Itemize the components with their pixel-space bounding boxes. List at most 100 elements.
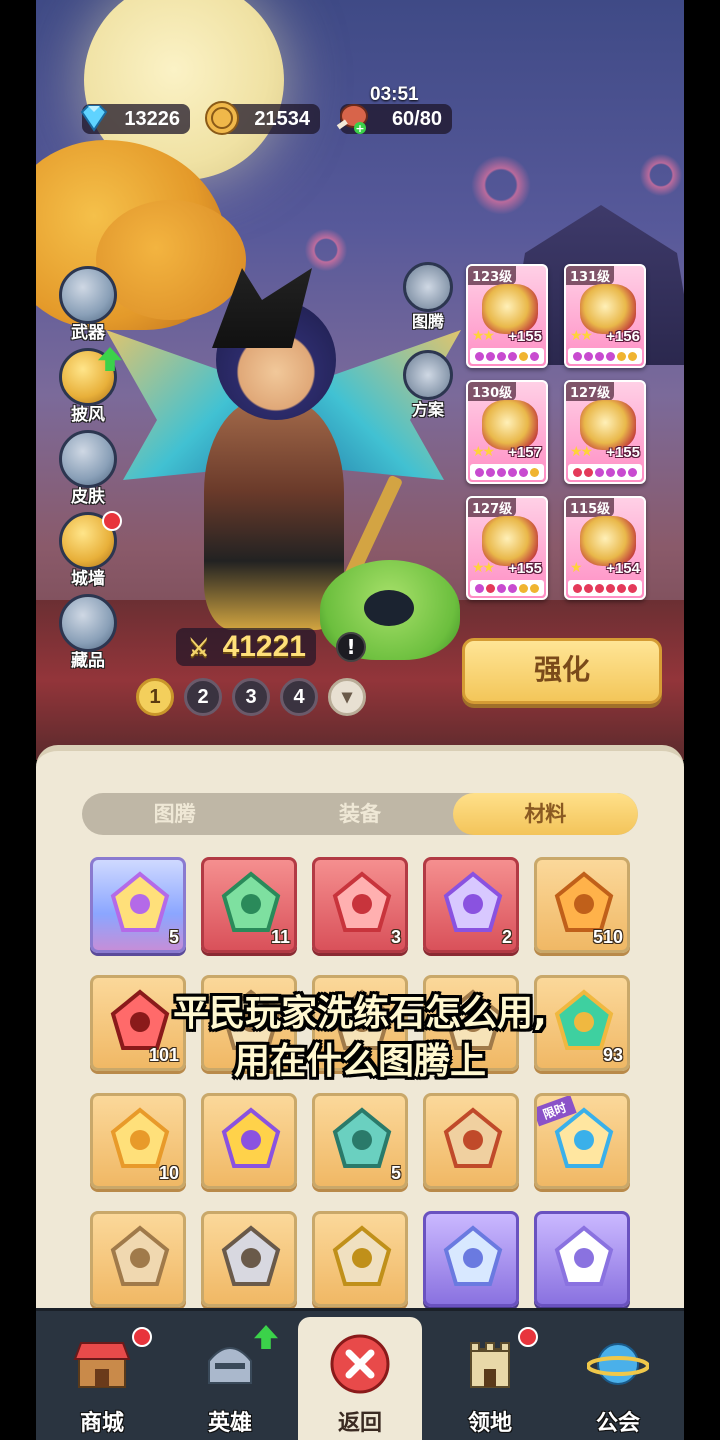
tab-materials[interactable]: 材料 xyxy=(452,793,638,835)
equipment-bonus: +156 xyxy=(606,328,640,345)
nav-guild[interactable]: 公会 xyxy=(556,1317,680,1440)
video-caption: 平民玩家洗练石怎么用, 用在什么图腾上 xyxy=(36,990,684,1086)
material-item[interactable]: 3 xyxy=(312,857,408,953)
golden-key-icon xyxy=(221,1107,281,1168)
jar-icon xyxy=(110,1225,170,1286)
equipment-art-icon xyxy=(482,284,538,334)
plan-icon xyxy=(403,350,453,400)
nav-hero[interactable]: 英雄 xyxy=(168,1317,292,1440)
totem-icon xyxy=(403,262,453,312)
equipment-slot[interactable]: 115级 ★ +154 xyxy=(564,496,646,600)
skin-icon xyxy=(59,430,117,488)
cape-button[interactable]: 披风 xyxy=(56,347,122,425)
material-item[interactable] xyxy=(90,1211,186,1307)
tab-equipment[interactable]: 装备 xyxy=(267,793,452,835)
material-item[interactable]: 5 xyxy=(90,857,186,953)
loadout-page-3[interactable]: 3 xyxy=(232,678,270,716)
meat-icon: + xyxy=(336,104,368,135)
nav-guild-label: 公会 xyxy=(595,1411,640,1436)
document-icon xyxy=(554,1225,614,1286)
caption-line: 用在什么图腾上 xyxy=(233,1041,486,1082)
equipment-slot[interactable]: 130级 ★★ +157 xyxy=(466,380,548,484)
material-count: 2 xyxy=(501,927,512,947)
axe-icon xyxy=(221,1225,281,1286)
equipment-bonus: +155 xyxy=(508,328,542,345)
equipment-art-icon xyxy=(482,516,538,566)
material-item[interactable]: 10 xyxy=(90,1093,186,1189)
pet-face xyxy=(364,590,414,626)
wall-button[interactable]: 城墙 xyxy=(56,511,122,589)
firework xyxy=(466,150,536,220)
gem-sockets xyxy=(470,580,544,596)
material-item[interactable] xyxy=(312,1211,408,1307)
gem-sockets xyxy=(470,464,544,480)
upgrade-arrow-icon xyxy=(98,347,122,371)
material-item[interactable]: 2 xyxy=(423,857,519,953)
material-item[interactable] xyxy=(534,1211,630,1307)
nav-shop[interactable]: 商城 xyxy=(40,1317,164,1440)
nav-territory-label: 领地 xyxy=(467,1411,512,1436)
plan-button[interactable]: 方案 xyxy=(400,350,456,420)
coin-counter[interactable]: 21534 xyxy=(205,101,320,135)
stamina-value: 60/80 xyxy=(391,107,442,130)
equipment-stars: ★★ xyxy=(472,560,495,576)
stamina-timer: 03:51 xyxy=(370,84,419,105)
equipment-stars: ★ xyxy=(570,560,582,576)
nav-territory[interactable]: 领地 xyxy=(428,1317,552,1440)
map-scroll-icon xyxy=(332,1225,392,1286)
loadout-page-1[interactable]: 1 xyxy=(136,678,174,716)
material-item[interactable] xyxy=(423,1211,519,1307)
equipment-slot[interactable]: 131级 ★★ +156 xyxy=(564,264,646,368)
feather-wand-icon xyxy=(332,1107,392,1168)
nav-shop-label: 商城 xyxy=(79,1411,124,1436)
loadout-page-4[interactable]: 4 xyxy=(280,678,318,716)
equipment-stars: ★★ xyxy=(570,444,593,460)
equipment-level: 115级 xyxy=(566,498,615,517)
castle-wall-icon xyxy=(59,511,122,570)
diamond-counter[interactable]: 13226 xyxy=(80,104,190,134)
info-alert-icon[interactable]: ! xyxy=(336,632,366,662)
gem-sockets xyxy=(568,348,642,364)
equipment-level: 130级 xyxy=(468,382,517,401)
equipment-stars: ★★ xyxy=(570,328,593,344)
totem-label: 图腾 xyxy=(411,312,444,331)
coin-value: 21534 xyxy=(254,107,310,130)
nav-return[interactable]: 返回 xyxy=(298,1317,422,1440)
gem-sockets xyxy=(470,348,544,364)
equipment-slot[interactable]: 123级 ★★ +155 xyxy=(466,264,548,368)
equipment-art-icon xyxy=(580,400,636,450)
equipment-level: 127级 xyxy=(468,498,517,517)
equipment-slot[interactable]: 127级 ★★ +155 xyxy=(466,496,548,600)
material-item[interactable]: 510 xyxy=(534,857,630,953)
sword-icon: ⚔ xyxy=(188,635,210,662)
strengthen-button[interactable]: 强化 xyxy=(462,638,662,704)
winged-gem-icon xyxy=(332,871,392,932)
skin-button[interactable]: 皮肤 xyxy=(56,430,120,507)
diamond-value: 13226 xyxy=(124,107,180,130)
firework xyxy=(636,150,684,200)
caption-line: 平民玩家洗练石怎么用, xyxy=(173,993,547,1034)
stamina-counter[interactable]: + 60/80 xyxy=(336,104,452,135)
material-item[interactable]: 11 xyxy=(201,857,297,953)
chevron-down-icon[interactable]: ▾ xyxy=(328,678,366,716)
ring-icon xyxy=(443,1225,503,1286)
combat-power-value: 41221 xyxy=(222,630,306,663)
collection-button[interactable]: 藏品 xyxy=(56,594,120,671)
planet-icon xyxy=(586,1343,650,1385)
equipment-slot[interactable]: 127级 ★★ +155 xyxy=(564,380,646,484)
svg-text:+: + xyxy=(355,122,364,135)
material-count: 5 xyxy=(390,1163,401,1183)
material-item[interactable] xyxy=(201,1093,297,1189)
totem-button[interactable]: 图腾 xyxy=(400,262,456,332)
equipment-bonus: +155 xyxy=(606,444,640,461)
tab-totem[interactable]: 图腾 xyxy=(82,793,267,835)
weapon-button[interactable]: 武器 xyxy=(56,266,120,343)
equipment-bonus: +157 xyxy=(508,444,542,461)
material-item[interactable] xyxy=(201,1211,297,1307)
material-item[interactable]: 5 xyxy=(312,1093,408,1189)
equipment-art-icon xyxy=(580,516,636,566)
material-item[interactable] xyxy=(423,1093,519,1189)
loadout-page-2[interactable]: 2 xyxy=(184,678,222,716)
material-item[interactable]: 限时 xyxy=(534,1093,630,1189)
gem-sockets xyxy=(568,580,642,596)
